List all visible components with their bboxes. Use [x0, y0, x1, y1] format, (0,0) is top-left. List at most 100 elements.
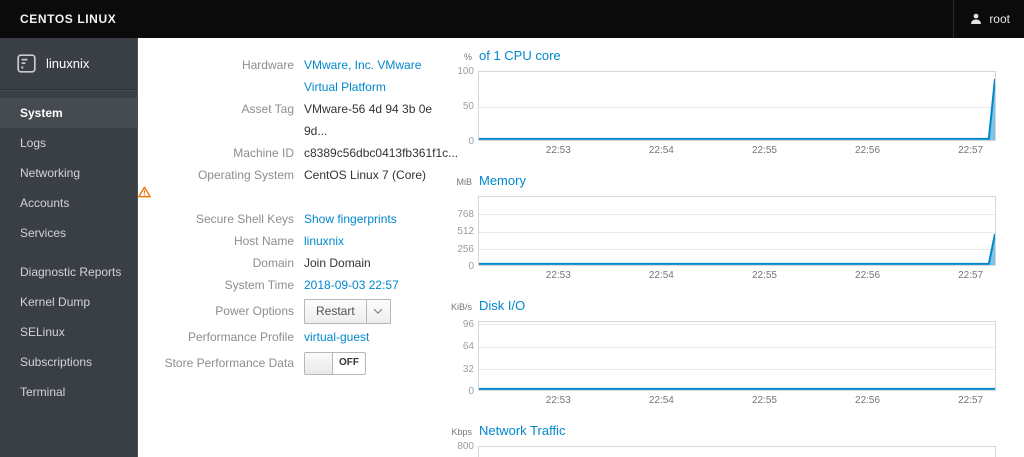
info-value: VMware-56 4d 94 3b 0e 9d... [304, 102, 433, 138]
sidebar-item-networking[interactable]: Networking [0, 158, 137, 188]
info-row-domain: Domain Join Domain [138, 252, 440, 274]
chart-plot-cpu: 0 50 100 [457, 67, 996, 147]
chart-title-memory: MiB Memory [440, 173, 1002, 188]
y-tick-label: 0 [468, 261, 474, 272]
y-tick-label: 800 [457, 441, 474, 452]
info-label: Performance Profile [187, 330, 294, 344]
power-options-button-group: Restart [304, 298, 391, 324]
chart-xticks-memory: 22:53 22:54 22:55 22:56 22:57 [478, 266, 996, 282]
info-link-secure-shell-keys[interactable]: Show fingerprints [304, 208, 397, 230]
chart-plot-network: 800 [457, 442, 996, 457]
y-tick-label: 64 [462, 341, 474, 353]
info-value: CentOS Linux 7 (Core) [304, 168, 427, 182]
y-tick-label: 50 [462, 101, 474, 112]
y-tick-label: 0 [468, 386, 474, 397]
x-tick-label: 22:53 [545, 270, 571, 281]
sidebar-item-kernel-dump[interactable]: Kernel Dump [0, 287, 137, 317]
chart-title-link-network[interactable]: Network Traffic [479, 423, 565, 438]
x-tick-label: 22:57 [958, 395, 984, 406]
system-info-panel: Hardware VMware, Inc. VMware Virtual Platf… [138, 54, 458, 378]
chart-plot-disk: 0 32 64 96 [463, 319, 996, 397]
warning-cell [138, 186, 298, 198]
chart-unit-label: KiB/s [450, 302, 472, 312]
info-label: Hardware [241, 58, 294, 72]
sidebar-menu: System Logs Networking Accounts Services Diag… [0, 91, 137, 407]
sidebar-item-system[interactable]: System [0, 98, 137, 128]
sidebar-item-subscriptions[interactable]: Subscriptions [0, 347, 137, 377]
cockpit-screen: CENTOS LINUX root linuxnix System Logs N… [0, 0, 1024, 457]
info-row-asset-tag: Asset Tag VMware-56 4d 94 3b 0e 9d... [138, 98, 440, 142]
x-tick-label: 22:55 [751, 270, 777, 281]
charts-panel: % of 1 CPU core 0 50 100 22:53 22:54 22:55 22:56… [440, 48, 1002, 457]
chart-unit-label: MiB [456, 177, 473, 187]
x-tick-label: 22:55 [751, 395, 777, 406]
chart-plot-memory: 0 256 512 768 [457, 196, 996, 272]
chart-title-network: Kbps Network Traffic [440, 423, 1002, 438]
power-options-dropdown-button[interactable] [366, 298, 391, 324]
sidebar-menu-gap [0, 248, 137, 257]
chart-title-link-memory[interactable]: Memory [479, 173, 526, 188]
info-row-performance-profile: Performance Profile virtual-guest [138, 326, 440, 348]
chart-xticks-cpu: 22:53 22:54 22:55 22:56 22:57 [478, 141, 996, 157]
y-tick-label: 256 [457, 243, 474, 255]
info-row-operating-system: Operating System CentOS Linux 7 (Core) [138, 164, 440, 186]
host-name: linuxnix [46, 56, 90, 71]
x-tick-label: 22:54 [648, 395, 674, 406]
store-performance-data-toggle[interactable]: OFF [304, 351, 366, 375]
info-label: Power Options [215, 304, 294, 318]
toggle-knob [305, 352, 333, 374]
user-name: root [989, 12, 1010, 26]
info-label: Domain [252, 256, 294, 270]
info-link-performance-profile[interactable]: virtual-guest [304, 326, 369, 348]
chart-title-link-disk[interactable]: Disk I/O [479, 298, 525, 313]
info-row-system-time: System Time 2018-09-03 22:57 [138, 274, 440, 296]
sidebar-item-services[interactable]: Services [0, 218, 137, 248]
sidebar-item-selinux[interactable]: SELinux [0, 317, 137, 347]
info-label: Secure Shell Keys [195, 212, 294, 226]
sidebar-item-terminal[interactable]: Terminal [0, 377, 137, 407]
restart-button[interactable]: Restart [304, 298, 367, 324]
sidebar-item-accounts[interactable]: Accounts [0, 188, 137, 218]
x-tick-label: 22:53 [545, 145, 571, 156]
chart-memory: MiB Memory 0 256 512 768 22:53 22:54 22:55 22:56 2… [440, 173, 1002, 282]
y-tick-label: 0 [468, 136, 474, 147]
toggle-state-label: OFF [339, 357, 359, 368]
chart-network: KbpsNetwork Traffic80022:5322:5422:5522:… [440, 423, 1002, 457]
warning-icon[interactable] [138, 186, 290, 198]
x-tick-label: 22:56 [855, 270, 881, 281]
x-tick-label: 22:54 [648, 270, 674, 281]
x-tick-label: 22:56 [855, 395, 881, 406]
info-label: Store Performance Data [164, 356, 294, 370]
user-menu[interactable]: root [953, 0, 1024, 38]
chart-xticks-disk: 22:53 22:54 22:55 22:56 22:57 [478, 391, 996, 407]
info-link-hardware[interactable]: VMware, Inc. VMware Virtual Platform [304, 54, 421, 98]
info-label: Operating System [197, 168, 294, 182]
info-label: Machine ID [233, 146, 294, 160]
chart-cpu: % of 1 CPU core 0 50 100 22:53 22:54 22:55 22:56… [440, 48, 1002, 157]
info-row-machine-id: Machine ID c8389c56dbc0413fb361f1c... [138, 142, 458, 164]
info-row-store-performance-data: Store Performance Data OFF [138, 348, 440, 378]
sidebar: linuxnix System Logs Networking Accounts Ser… [0, 38, 138, 457]
sidebar-item-diagnostic-reports[interactable]: Diagnostic Reports [0, 257, 137, 287]
x-tick-label: 22:57 [958, 270, 984, 281]
sidebar-item-logs[interactable]: Logs [0, 128, 137, 158]
y-tick-label: 768 [457, 208, 474, 220]
chart-title-link-cpu[interactable]: of 1 CPU core [479, 48, 561, 63]
chart-unit-label: Kbps [451, 427, 472, 437]
info-value: c8389c56dbc0413fb361f1c... [304, 146, 459, 160]
chart-series-cpu-usage [479, 78, 995, 140]
x-tick-label: 22:57 [958, 145, 984, 156]
chart-series-memory-used [479, 233, 995, 265]
chart-title-disk: KiB/s Disk I/O [440, 298, 1002, 313]
x-tick-label: 22:55 [751, 145, 777, 156]
info-link-system-time[interactable]: 2018-09-03 22:57 [304, 274, 399, 296]
chart-disk: KiB/s Disk I/O 0 32 64 96 22:53 22:54 22:55 22:56… [440, 298, 1002, 407]
host-selector[interactable]: linuxnix [0, 38, 137, 90]
info-label: System Time [224, 278, 294, 292]
y-tick-label: 96 [462, 318, 474, 330]
user-icon [970, 13, 982, 25]
info-link-domain[interactable]: Join Domain [304, 252, 371, 274]
sidebar-divider [0, 90, 137, 91]
info-link-host-name[interactable]: linuxnix [304, 230, 344, 252]
info-label: Asset Tag [241, 102, 294, 116]
